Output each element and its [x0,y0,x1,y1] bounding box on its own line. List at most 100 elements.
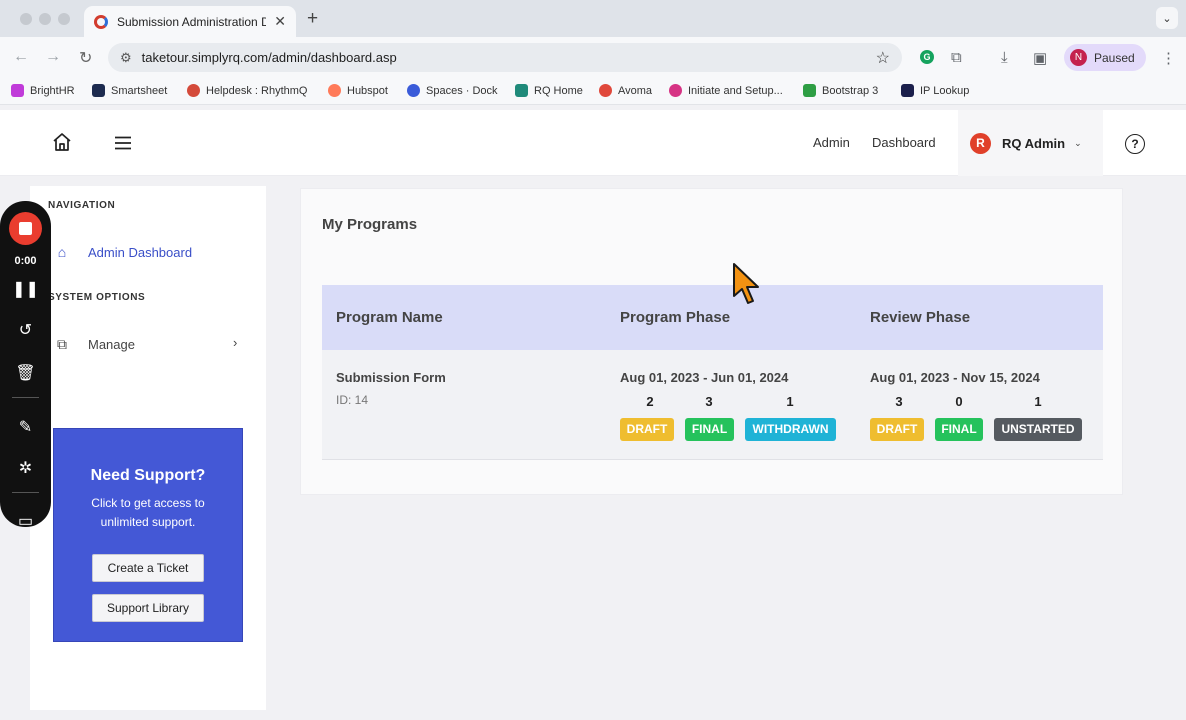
bookmark-label: IP Lookup [920,84,970,97]
tab-search-chevron-icon[interactable]: ⌄ [1156,7,1178,29]
review-draft-badge[interactable]: DRAFT [870,418,924,441]
tab-favicon-icon [94,14,108,29]
review-phase-dates: Aug 01, 2023 - Nov 15, 2024 [870,370,1040,385]
reload-icon[interactable]: ↻ [79,48,92,68]
bookmark-avoma[interactable]: Avoma [599,84,652,97]
bookmark-bootstrap[interactable]: Bootstrap 3 [803,84,878,97]
support-title: Need Support? [90,467,206,484]
user-menu[interactable]: R RQ Admin ⌄ [958,110,1103,176]
column-header-program-phase: Program Phase [620,309,731,326]
profile-status: Paused [1094,50,1135,65]
side-panel-icon[interactable]: ▣ [1033,49,1047,67]
bookmark-label: Hubspot [347,84,388,97]
chevron-down-icon: ⌄ [1074,137,1082,148]
window-close-button[interactable] [20,13,32,25]
url-text: taketour.simplyrq.com/admin/dashboard.as… [141,50,397,65]
admin-link[interactable]: Admin [813,135,850,150]
trash-icon[interactable]: 🗑 [0,363,51,383]
recording-time: 0:00 [14,255,37,267]
program-draft-badge[interactable]: DRAFT [620,418,674,441]
hamburger-menu-icon[interactable] [114,136,132,150]
bookmark-hubspot[interactable]: Hubspot [328,84,388,97]
magic-wand-icon[interactable]: ✲ [0,458,51,478]
review-final-badge[interactable]: FINAL [935,418,983,441]
system-options-heading: SYSTEM OPTIONS [48,292,146,303]
extensions-puzzle-icon[interactable]: ⧉ [951,49,962,66]
bookmarks-bar: BrightHR Smartsheet Helpdesk : RhythmQ H… [0,78,1186,105]
grammarly-extension-icon[interactable]: G [920,50,934,64]
pause-icon[interactable]: ❚❚ [0,279,51,299]
bookmark-spaces-dock[interactable]: Spaces · Dock [407,84,498,97]
site-settings-icon[interactable]: ⚙ [120,50,132,66]
program-phase-dates: Aug 01, 2023 - Jun 01, 2024 [620,370,789,385]
profile-button[interactable]: N Paused [1064,44,1146,71]
support-text: Click to get access to unlimited support… [91,496,205,529]
program-draft-count: 2 [646,394,654,409]
program-id: ID: 14 [336,393,369,407]
user-avatar: R [970,132,991,154]
tab-title: Submission Administration Da [117,14,267,29]
forward-arrow-icon[interactable]: → [45,48,61,66]
bookmark-label: RQ Home [534,84,583,97]
bookmark-label: BrightHR [30,84,75,97]
bookmark-star-icon[interactable]: ☆ [876,48,890,68]
create-ticket-button[interactable]: Create a Ticket [92,554,204,582]
camera-icon[interactable]: ▭ [0,511,51,531]
program-name[interactable]: Submission Form [336,370,446,385]
table-header: Program Name Program Phase Review Phase [322,285,1103,350]
bookmark-smartsheet[interactable]: Smartsheet [92,84,167,97]
tab-close-icon[interactable]: ✕ [274,13,286,30]
program-final-count: 3 [705,394,713,409]
bookmark-label: Smartsheet [111,84,168,97]
helpdesk-icon [187,84,200,97]
bookmark-helpdesk[interactable]: Helpdesk : RhythmQ [187,84,307,97]
stop-recording-button[interactable] [9,212,42,245]
copy-icon: ⧉ [57,336,67,352]
browser-tab-bar: Submission Administration Da ✕ + ⌄ [0,0,1186,37]
window-zoom-button[interactable] [58,13,70,25]
chevron-right-icon[interactable]: › [233,335,237,350]
sidebar-item-manage[interactable]: ⧉ Manage [54,336,135,353]
program-withdrawn-badge[interactable]: WITHDRAWN [745,418,836,441]
column-header-program-name: Program Name [336,309,443,326]
ip-lookup-icon [901,84,914,97]
help-icon[interactable]: ? [1125,134,1145,154]
home-icon[interactable] [52,132,72,152]
dashboard-link[interactable]: Dashboard [872,135,936,150]
browser-tab[interactable]: Submission Administration Da ✕ [84,6,296,37]
divider [12,492,39,493]
app-header: Admin Dashboard R RQ Admin ⌄ ? [0,110,1186,176]
restart-icon[interactable]: ↺ [0,320,51,340]
download-icon[interactable]: ⤓ [1001,49,1008,66]
mouse-cursor-icon [733,263,759,304]
bookmark-initiate-setup[interactable]: Initiate and Setup... [669,84,783,97]
address-bar[interactable]: ⚙ taketour.simplyrq.com/admin/dashboard.… [108,43,902,72]
sidebar-item-admin-dashboard[interactable]: ⌂ Admin Dashboard [54,244,192,260]
program-final-badge[interactable]: FINAL [685,418,734,441]
sidebar-item-label: Admin Dashboard [88,244,193,260]
program-withdrawn-count: 1 [786,394,794,409]
window-minimize-button[interactable] [39,13,51,25]
bookmark-ip-lookup[interactable]: IP Lookup [901,84,969,97]
browser-menu-icon[interactable]: ⋮ [1161,49,1176,67]
review-unstarted-badge[interactable]: UNSTARTED [994,418,1082,441]
sidebar-item-label: Manage [88,337,135,352]
brighthr-icon [11,84,24,97]
bookmark-rq-home[interactable]: RQ Home [515,84,583,97]
nav-heading: NAVIGATION [48,200,116,211]
support-library-button[interactable]: Support Library [92,594,204,622]
back-arrow-icon[interactable]: ← [13,48,29,66]
rq-home-icon [515,84,528,97]
bookmark-brighthr[interactable]: BrightHR [11,84,75,97]
divider [12,397,39,398]
screen-recorder-toolbar: 0:00 ❚❚ ↺ 🗑 ✎ ✲ ▭ [0,201,51,530]
column-header-review-phase: Review Phase [870,309,971,326]
smartsheet-icon [92,84,105,97]
bookmark-label: Helpdesk : RhythmQ [206,84,308,97]
new-tab-icon[interactable]: + [307,8,318,30]
bookmark-label: Initiate and Setup... [688,84,783,97]
pencil-icon[interactable]: ✎ [0,417,51,437]
bootstrap-icon [803,84,816,97]
table-row[interactable]: Submission Form ID: 14 Aug 01, 2023 - Ju… [322,350,1103,460]
initiate-setup-icon [669,84,682,97]
